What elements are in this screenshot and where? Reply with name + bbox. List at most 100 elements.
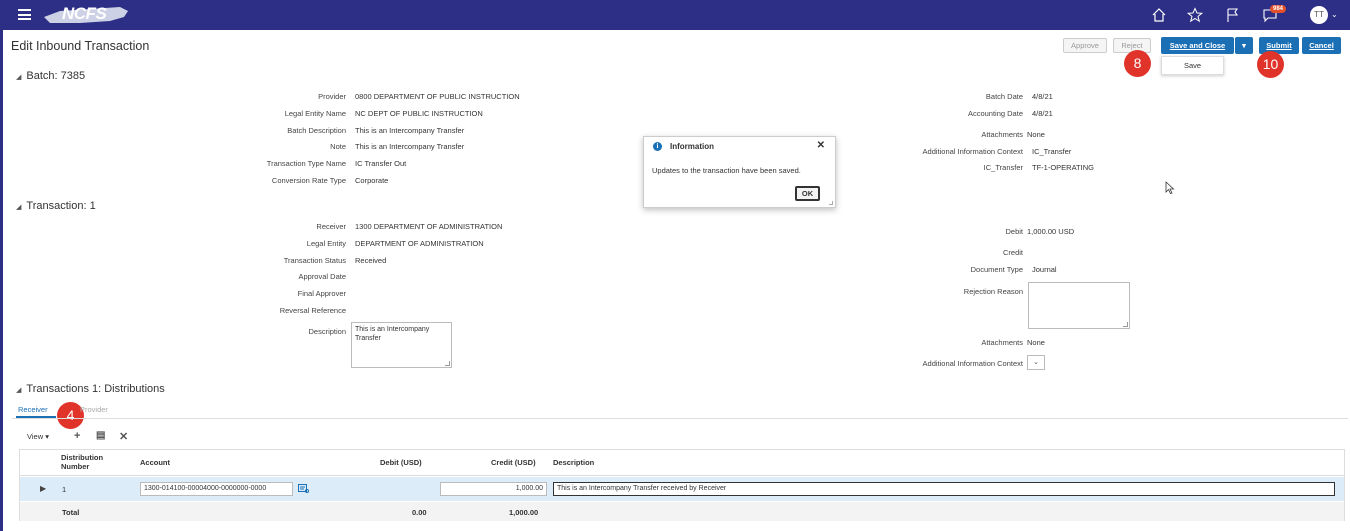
- debit-label: Debit: [1005, 227, 1023, 236]
- ic-transfer-value: TF-1-OPERATING: [1032, 163, 1094, 172]
- table-row[interactable]: ▶ 1 1300-014100-00004000-0000000-0000 1,…: [20, 477, 1344, 501]
- approve-button[interactable]: Approve: [1063, 38, 1107, 53]
- rejection-reason-label: Rejection Reason: [963, 287, 1023, 296]
- distributions-table: Distribution Number Account Debit (USD) …: [19, 449, 1345, 521]
- debit-value: 1,000.00 USD: [1027, 227, 1075, 236]
- resize-handle-icon[interactable]: [445, 361, 450, 366]
- legal-entity-value: DEPARTMENT OF ADMINISTRATION: [355, 239, 484, 248]
- attachments-label: Attachments: [981, 130, 1023, 139]
- tab-receiver[interactable]: Receiver: [18, 405, 48, 414]
- collapse-triangle-icon[interactable]: ◢: [16, 204, 21, 211]
- user-avatar[interactable]: TT: [1310, 6, 1328, 24]
- legal-entity-name-label: Legal Entity Name: [284, 109, 346, 118]
- save-dropdown-menu: Save: [1161, 56, 1224, 75]
- menu-icon[interactable]: [18, 9, 31, 20]
- document-type-label: Document Type: [970, 265, 1023, 274]
- column-header-account: Account: [140, 458, 170, 467]
- additional-info-context-select[interactable]: ⌄: [1027, 355, 1045, 370]
- logo-text: NCFS: [62, 4, 107, 23]
- batch-date-label: Batch Date: [985, 92, 1023, 101]
- additional-info-context-value: IC_Transfer: [1032, 147, 1072, 156]
- receiver-value: 1300 DEPARTMENT OF ADMINISTRATION: [355, 222, 503, 231]
- resize-handle-icon: [829, 201, 833, 205]
- transaction-status-value: Received: [355, 256, 387, 265]
- batch-date-value: 4/8/21: [1032, 92, 1053, 101]
- accounting-date-label: Accounting Date: [967, 109, 1023, 118]
- attachments-label: Attachments: [981, 338, 1023, 347]
- cancel-button[interactable]: Cancel: [1302, 37, 1341, 54]
- information-dialog: i Information ✕ Updates to the transacti…: [643, 136, 836, 208]
- batch-heading: Batch: 7385: [26, 70, 86, 82]
- info-icon: i: [653, 142, 662, 151]
- expand-row-icon[interactable]: ▶: [40, 484, 46, 493]
- collapse-triangle-icon[interactable]: ◢: [16, 387, 21, 394]
- description-textarea[interactable]: This is an Intercompany Transfer: [351, 322, 452, 368]
- note-value: This is an Intercompany Transfer: [355, 142, 465, 151]
- total-credit: 1,000.00: [509, 508, 539, 517]
- additional-info-context-label: Additional Information Context: [922, 359, 1023, 368]
- legal-entity-label: Legal Entity: [306, 239, 346, 248]
- delete-icon[interactable]: ✕: [119, 430, 128, 443]
- distribution-number: 1: [62, 485, 67, 494]
- attachments-value: None: [1027, 338, 1045, 347]
- transaction-section-header[interactable]: ◢ Transaction: 1: [16, 200, 96, 212]
- close-icon[interactable]: ✕: [817, 140, 825, 151]
- tab-divider: [12, 418, 1348, 419]
- home-icon[interactable]: [1151, 7, 1167, 23]
- table-header: Distribution Number Account Debit (USD) …: [20, 450, 1344, 476]
- legal-entity-name-value: NC DEPT OF PUBLIC INSTRUCTION: [355, 109, 483, 118]
- credit-label: Credit: [1002, 248, 1023, 257]
- receiver-label: Receiver: [316, 222, 346, 231]
- view-menu[interactable]: View ▾: [27, 432, 49, 441]
- description-label: Description: [308, 327, 346, 336]
- add-icon[interactable]: +: [74, 430, 80, 442]
- save-options-dropdown[interactable]: ▾: [1235, 37, 1253, 54]
- additional-info-context-label: Additional Information Context: [922, 147, 1023, 156]
- caret-down-icon: ▾: [45, 432, 49, 441]
- conversion-rate-type-value: Corporate: [355, 176, 389, 185]
- provider-label: Provider: [318, 92, 346, 101]
- account-input[interactable]: 1300-014100-00004000-0000000-0000: [140, 482, 293, 496]
- notification-count-badge: 984: [1270, 5, 1287, 13]
- dialog-message: Updates to the transaction have been sav…: [652, 166, 801, 175]
- tab-provider[interactable]: Provider: [80, 405, 108, 414]
- mouse-cursor-icon: [1165, 181, 1175, 194]
- collapse-triangle-icon[interactable]: ◢: [16, 74, 21, 81]
- provider-value: 0800 DEPARTMENT OF PUBLIC INSTRUCTION: [355, 92, 520, 101]
- distributions-heading: Transactions 1: Distributions: [26, 383, 165, 395]
- chevron-down-icon[interactable]: ⌄: [1331, 10, 1338, 19]
- conversion-rate-type-label: Conversion Rate Type: [271, 176, 346, 185]
- note-label: Note: [330, 142, 346, 151]
- top-navigation-bar: NCFS 984 TT ⌄: [0, 0, 1350, 30]
- flag-icon[interactable]: [1225, 7, 1241, 23]
- column-header-credit: Credit (USD): [491, 458, 536, 467]
- batch-description-label: Batch Description: [287, 126, 346, 135]
- rejection-reason-textarea[interactable]: [1028, 282, 1130, 329]
- dialog-title: Information: [670, 142, 714, 151]
- distributions-section-header[interactable]: ◢ Transactions 1: Distributions: [16, 383, 165, 395]
- description-input[interactable]: This is an Intercompany Transfer receive…: [553, 482, 1335, 496]
- credit-input[interactable]: 1,000.00: [440, 482, 547, 496]
- star-icon[interactable]: [1187, 7, 1203, 23]
- duplicate-icon[interactable]: ▤: [96, 430, 105, 441]
- final-approver-label: Final Approver: [297, 289, 346, 298]
- column-header-debit: Debit (USD): [380, 458, 422, 467]
- accounting-date-value: 4/8/21: [1032, 109, 1053, 118]
- ic-transfer-label: IC_Transfer: [983, 163, 1023, 172]
- callout-marker: 8: [1124, 50, 1151, 77]
- save-menu-item[interactable]: Save: [1162, 57, 1223, 74]
- transaction-heading: Transaction: 1: [26, 200, 96, 212]
- left-rail: [0, 30, 3, 531]
- account-search-icon[interactable]: [298, 484, 310, 494]
- reversal-reference-label: Reversal Reference: [279, 306, 346, 315]
- caret-down-icon: ▾: [1242, 41, 1246, 50]
- ok-button[interactable]: OK: [795, 186, 820, 201]
- save-and-close-button[interactable]: Save and Close: [1161, 37, 1234, 54]
- resize-handle-icon[interactable]: [1123, 322, 1128, 327]
- chevron-down-icon: ⌄: [1033, 359, 1039, 366]
- column-header-description: Description: [553, 458, 595, 467]
- column-header-distribution: Distribution: [61, 453, 104, 462]
- total-label: Total: [62, 508, 80, 517]
- batch-section-header[interactable]: ◢ Batch: 7385: [16, 70, 85, 82]
- page-title: Edit Inbound Transaction: [11, 39, 150, 53]
